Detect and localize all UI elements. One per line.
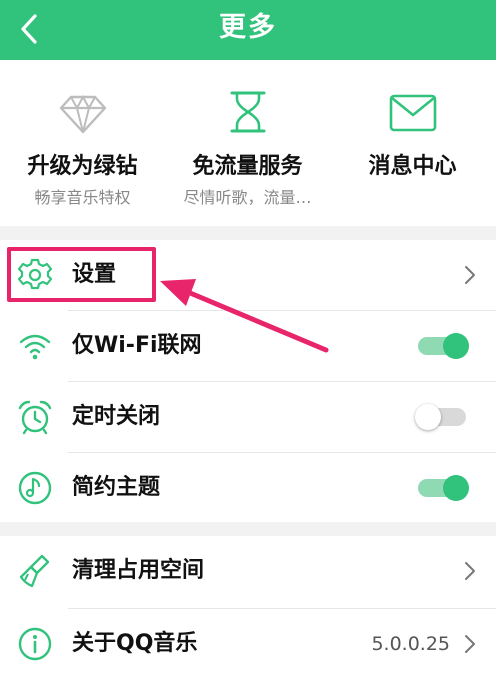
toggle-knob — [443, 475, 469, 501]
feature-title: 消息中心 — [368, 154, 457, 179]
feature-green-diamond[interactable]: 升级为绿钻 畅享音乐特权 — [0, 60, 165, 226]
info-icon — [18, 627, 52, 661]
hourglass-icon — [228, 90, 268, 134]
toggle-knob — [415, 404, 441, 430]
sleep-timer-row: 定时关闭 — [0, 382, 496, 452]
brush-icon — [19, 554, 50, 588]
row-label: 关于QQ音乐 — [72, 631, 198, 656]
chevron-right-icon — [465, 266, 475, 284]
wifi-only-toggle[interactable] — [415, 333, 469, 359]
clear-storage-row[interactable]: 清理占用空间 — [0, 536, 496, 606]
row-label: 定时关闭 — [72, 404, 161, 429]
row-label: 仅Wi-Fi联网 — [72, 333, 202, 358]
simple-theme-toggle[interactable] — [415, 475, 469, 501]
version-value: 5.0.0.25 — [371, 633, 450, 655]
feature-message-center[interactable]: 消息中心 — [330, 60, 495, 226]
chevron-right-icon — [465, 562, 475, 580]
wifi-only-row: 仅Wi-Fi联网 — [0, 311, 496, 381]
simple-theme-row: 简约主题 — [0, 453, 496, 523]
envelope-icon — [389, 94, 437, 132]
toggle-knob — [443, 333, 469, 359]
header-bar: 更多 — [0, 0, 496, 60]
feature-free-data[interactable]: 免流量服务 尽情听歌，流量… — [165, 60, 330, 226]
more-page: 更多 升级为绿钻 畅享音乐特权 免流量服务 尽情听歌，流量… 消息中心 设置 仅… — [0, 0, 496, 684]
alarm-clock-icon — [18, 400, 52, 435]
feature-row: 升级为绿钻 畅享音乐特权 免流量服务 尽情听歌，流量… 消息中心 — [0, 60, 496, 226]
row-label: 清理占用空间 — [72, 558, 205, 583]
feature-title: 升级为绿钻 — [27, 154, 138, 179]
sleep-timer-toggle[interactable] — [415, 404, 469, 430]
chevron-right-icon — [465, 635, 475, 653]
about-row[interactable]: 关于QQ音乐 5.0.0.25 — [0, 609, 496, 679]
diamond-icon — [59, 94, 107, 134]
theme-icon — [18, 471, 52, 505]
feature-title: 免流量服务 — [192, 154, 303, 179]
feature-subtitle: 畅享音乐特权 — [34, 188, 131, 207]
row-label: 简约主题 — [72, 475, 161, 500]
wifi-icon — [19, 334, 51, 360]
page-title: 更多 — [219, 12, 277, 43]
feature-subtitle: 尽情听歌，流量… — [183, 188, 312, 207]
misc-list: 清理占用空间 关于QQ音乐 5.0.0.25 — [0, 536, 496, 684]
highlight-box — [7, 247, 156, 302]
